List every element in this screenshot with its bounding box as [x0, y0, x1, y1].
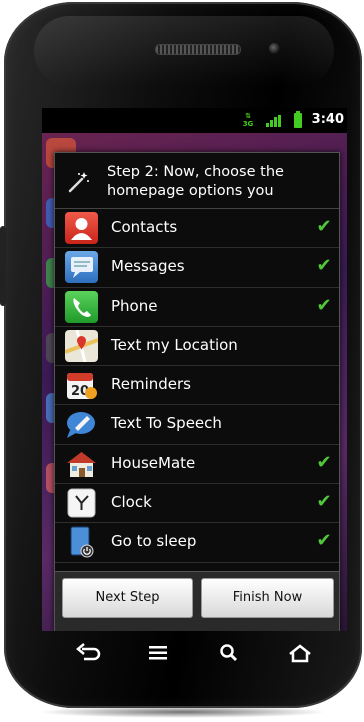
list-item-label: Phone	[111, 296, 158, 315]
homepage-options-dialog: Step 2: Now, choose the homepage options…	[54, 152, 340, 631]
dialog-title: Step 2: Now, choose the homepage options…	[107, 164, 284, 199]
home-icon[interactable]	[280, 637, 320, 669]
next-step-button[interactable]: Next Step	[62, 578, 193, 618]
list-item-label: Messages	[111, 257, 185, 276]
sleep-power-icon	[65, 526, 98, 558]
contacts-icon	[65, 212, 98, 244]
list-item-reminders[interactable]: 20 Reminders	[55, 366, 339, 406]
checkmark-icon: ✔	[316, 294, 332, 316]
list-item-phone[interactable]: Phone ✔	[55, 288, 339, 327]
house-icon	[65, 448, 98, 480]
list-item-go-to-sleep[interactable]: Go to sleep ✔	[55, 523, 339, 563]
list-item-label: Contacts	[111, 218, 178, 236]
clock-icon	[65, 487, 98, 519]
list-item-label: HouseMate	[111, 453, 196, 472]
list-item-label: Go to sleep	[111, 532, 197, 551]
navigation-bar	[42, 631, 347, 675]
calendar-icon: 20	[65, 369, 98, 401]
checkmark-icon: ✔	[316, 255, 332, 277]
list-item-label: Text my Location	[111, 335, 238, 354]
checkmark-icon: ✔	[316, 530, 332, 552]
menu-icon[interactable]	[138, 637, 178, 669]
battery-icon	[294, 111, 302, 128]
checkmark-icon: ✔	[316, 491, 332, 513]
map-location-icon	[65, 329, 98, 362]
messages-icon	[65, 251, 98, 284]
search-icon[interactable]	[209, 637, 249, 669]
list-item-text-to-speech[interactable]: Text To Speech	[55, 405, 339, 445]
volume-key[interactable]	[0, 226, 6, 306]
list-item-clock[interactable]: Clock ✔	[55, 484, 339, 524]
speech-bubble-icon	[65, 408, 98, 440]
list-item-contacts[interactable]: Contacts ✔	[55, 209, 339, 249]
list-item-label: Reminders	[111, 375, 191, 394]
network-3g-icon: ⇅ 3G	[242, 112, 254, 128]
back-icon[interactable]	[68, 637, 108, 669]
earpiece-speaker	[155, 44, 241, 55]
finish-now-button[interactable]: Finish Now	[201, 578, 334, 618]
dialog-button-bar: Next Step Finish Now	[55, 571, 339, 631]
phone-icon	[65, 290, 98, 323]
list-item-text-my-location[interactable]: Text my Location	[55, 327, 339, 367]
magic-wand-icon	[68, 172, 89, 193]
list-item-messages[interactable]: Messages ✔	[55, 248, 339, 288]
dialog-header: Step 2: Now, choose the homepage options…	[55, 153, 339, 209]
front-camera	[269, 43, 280, 54]
signal-strength-icon	[266, 115, 282, 127]
checkmark-icon: ✔	[316, 216, 332, 237]
list-item-label: Clock	[111, 493, 152, 512]
checkmark-icon: ✔	[316, 451, 332, 473]
phone-screen: ⇅ 3G 3:40 Step 2: Now, choose the homepag…	[42, 108, 347, 631]
options-list: Contacts ✔ Messages ✔ Phone ✔ Text my Lo…	[55, 209, 339, 563]
status-bar: ⇅ 3G 3:40	[42, 108, 347, 133]
list-item-label: Text To Speech	[111, 414, 222, 433]
list-item-housemate[interactable]: HouseMate ✔	[55, 445, 339, 485]
status-time: 3:40	[311, 112, 344, 127]
